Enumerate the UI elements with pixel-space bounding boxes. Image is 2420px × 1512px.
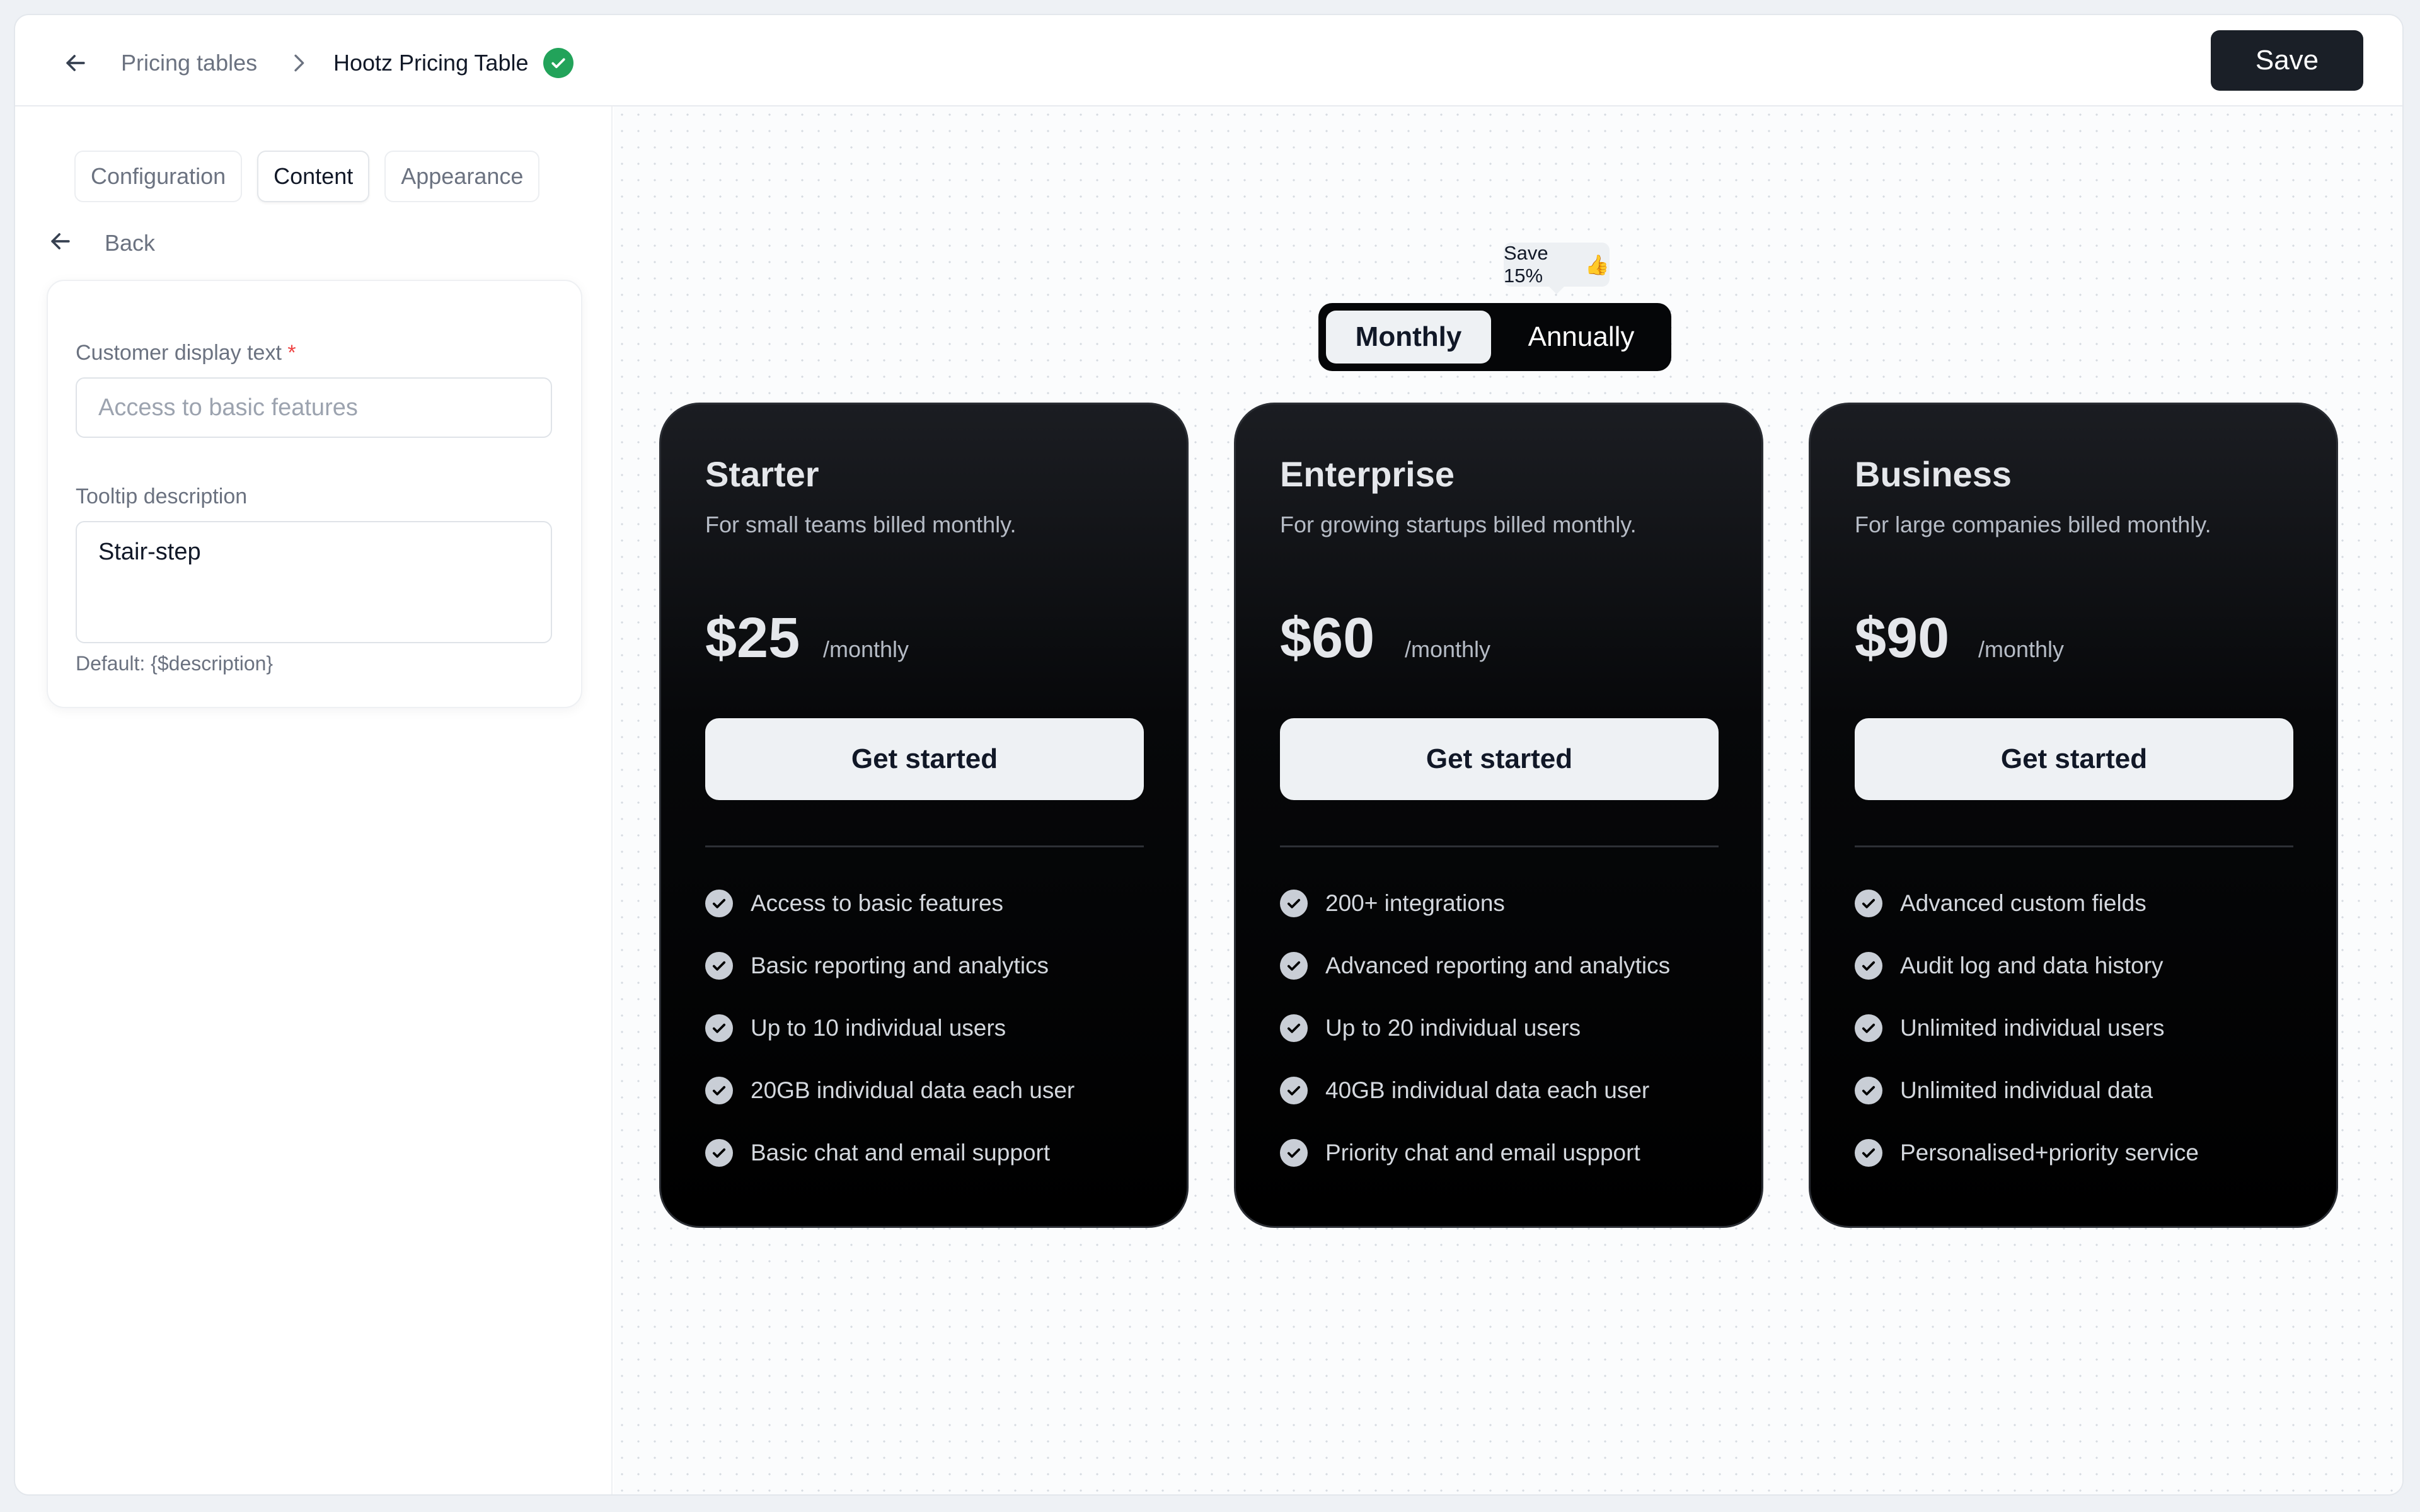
back-arrow-icon bbox=[47, 227, 74, 258]
app-window: Pricing tables Hootz Pricing Table Save … bbox=[14, 14, 2404, 1496]
check-circle-icon bbox=[1855, 1077, 1882, 1104]
feature-text: Audit log and data history bbox=[1900, 953, 2164, 978]
feature-text: Basic chat and email support bbox=[751, 1140, 1051, 1166]
plan-card-business: Business For large companies billed mont… bbox=[1809, 403, 2338, 1228]
display-text-label: Customer display text * bbox=[76, 341, 296, 365]
feature-text: Priority chat and email uspport bbox=[1325, 1140, 1640, 1166]
thumbs-up-icon: 👍 bbox=[1585, 253, 1610, 276]
feature-item: Audit log and data history bbox=[1855, 952, 2164, 980]
check-circle-icon bbox=[705, 1077, 733, 1104]
plan-card-enterprise: Enterprise For growing startups billed m… bbox=[1234, 403, 1763, 1228]
check-circle-icon bbox=[1280, 1139, 1308, 1167]
plan-period: /monthly bbox=[1978, 636, 2065, 662]
get-started-button[interactable]: Get started bbox=[1855, 718, 2293, 800]
plan-subtitle: For large companies billed monthly. bbox=[1855, 512, 2211, 537]
divider bbox=[1280, 845, 1719, 847]
required-mark: * bbox=[287, 341, 296, 365]
feature-item: Up to 20 individual users bbox=[1280, 1014, 1581, 1042]
feature-item: Priority chat and email uspport bbox=[1280, 1139, 1640, 1167]
billing-period-toggle: Monthly Annually bbox=[1318, 303, 1671, 371]
feature-item: Basic chat and email support bbox=[705, 1139, 1050, 1167]
plan-subtitle: For small teams billed monthly. bbox=[705, 512, 1017, 537]
feature-text: Up to 20 individual users bbox=[1325, 1015, 1581, 1041]
sidebar-tabs: Configuration Content Appearance bbox=[74, 151, 540, 202]
check-circle-icon bbox=[1280, 1077, 1308, 1104]
check-circle-icon bbox=[705, 952, 733, 980]
plan-name: Business bbox=[1855, 454, 2012, 494]
check-circle-icon bbox=[1280, 890, 1308, 917]
check-circle-icon bbox=[1855, 952, 1882, 980]
plan-subtitle: For growing startups billed monthly. bbox=[1280, 512, 1637, 537]
check-circle-icon bbox=[705, 1014, 733, 1042]
feature-text: Access to basic features bbox=[751, 890, 1004, 916]
feature-text: Unlimited individual users bbox=[1900, 1015, 2165, 1041]
divider bbox=[1855, 845, 2293, 847]
customer-display-text-input[interactable] bbox=[76, 377, 552, 438]
plan-name: Enterprise bbox=[1280, 454, 1455, 494]
display-text-label-text: Customer display text bbox=[76, 341, 282, 365]
breadcrumb-parent-link[interactable]: Pricing tables bbox=[121, 47, 257, 79]
feature-text: Advanced custom fields bbox=[1900, 890, 2146, 916]
check-circle-icon bbox=[705, 1139, 733, 1167]
feature-item: Advanced reporting and analytics bbox=[1280, 952, 1670, 980]
check-circle-icon bbox=[705, 890, 733, 917]
toggle-monthly[interactable]: Monthly bbox=[1326, 311, 1491, 364]
feature-text: Up to 10 individual users bbox=[751, 1015, 1006, 1041]
feature-item: Unlimited individual data bbox=[1855, 1077, 2153, 1104]
chevron-right-icon bbox=[286, 50, 311, 76]
feature-item: Basic reporting and analytics bbox=[705, 952, 1049, 980]
feature-item: Advanced custom fields bbox=[1855, 890, 2146, 917]
top-bar: Pricing tables Hootz Pricing Table Save bbox=[15, 15, 2402, 106]
back-label: Back bbox=[105, 229, 156, 256]
back-link[interactable]: Back bbox=[47, 227, 155, 258]
tab-content[interactable]: Content bbox=[257, 151, 370, 202]
tooltip-description-textarea[interactable]: Stair-step bbox=[76, 521, 552, 643]
save-discount-badge: Save 15% 👍 bbox=[1504, 242, 1610, 294]
check-circle-icon bbox=[1855, 1139, 1882, 1167]
save-discount-text: Save 15% bbox=[1504, 242, 1548, 287]
feature-item: Access to basic features bbox=[705, 890, 1003, 917]
divider bbox=[705, 845, 1144, 847]
feature-item: Up to 10 individual users bbox=[705, 1014, 1006, 1042]
feature-item: 40GB individual data each user bbox=[1280, 1077, 1649, 1104]
feature-text: Basic reporting and analytics bbox=[751, 953, 1049, 978]
verified-check-icon bbox=[543, 48, 573, 78]
feature-item: Unlimited individual users bbox=[1855, 1014, 2165, 1042]
plan-price: $90 bbox=[1855, 607, 1950, 670]
tooltip-description-label: Tooltip description bbox=[76, 484, 248, 508]
feature-text: Personalised+priority service bbox=[1900, 1140, 2199, 1166]
save-button[interactable]: Save bbox=[2211, 30, 2363, 91]
default-hint: Default: {$description} bbox=[76, 652, 274, 675]
preview-canvas: Save 15% 👍 Monthly Annually Starter For … bbox=[614, 106, 2402, 1494]
feature-text: 200+ integrations bbox=[1325, 890, 1505, 916]
get-started-button[interactable]: Get started bbox=[1280, 718, 1719, 800]
check-circle-icon bbox=[1855, 890, 1882, 917]
feature-text: Unlimited individual data bbox=[1900, 1077, 2153, 1103]
feature-item: 20GB individual data each user bbox=[705, 1077, 1075, 1104]
tab-configuration[interactable]: Configuration bbox=[74, 151, 243, 202]
feature-item: Personalised+priority service bbox=[1855, 1139, 2199, 1167]
tab-appearance[interactable]: Appearance bbox=[384, 151, 540, 202]
check-circle-icon bbox=[1855, 1014, 1882, 1042]
feature-text: 20GB individual data each user bbox=[751, 1077, 1075, 1103]
plan-name: Starter bbox=[705, 454, 819, 494]
plan-period: /monthly bbox=[1405, 636, 1491, 662]
plan-price: $25 bbox=[705, 607, 800, 670]
plan-period: /monthly bbox=[823, 636, 909, 662]
feature-text: Advanced reporting and analytics bbox=[1325, 953, 1671, 978]
get-started-button[interactable]: Get started bbox=[705, 718, 1144, 800]
breadcrumb-current: Hootz Pricing Table bbox=[333, 50, 529, 76]
check-circle-icon bbox=[1280, 1014, 1308, 1042]
plan-price: $60 bbox=[1280, 607, 1375, 670]
feature-item: 200+ integrations bbox=[1280, 890, 1505, 917]
plan-card-starter: Starter For small teams billed monthly. … bbox=[659, 403, 1189, 1228]
check-circle-icon bbox=[1280, 952, 1308, 980]
editor-sidebar: Configuration Content Appearance Back Cu… bbox=[15, 106, 613, 1494]
feature-text: 40GB individual data each user bbox=[1325, 1077, 1650, 1103]
toggle-annually[interactable]: Annually bbox=[1499, 311, 1664, 364]
back-arrow-icon[interactable] bbox=[59, 47, 92, 79]
